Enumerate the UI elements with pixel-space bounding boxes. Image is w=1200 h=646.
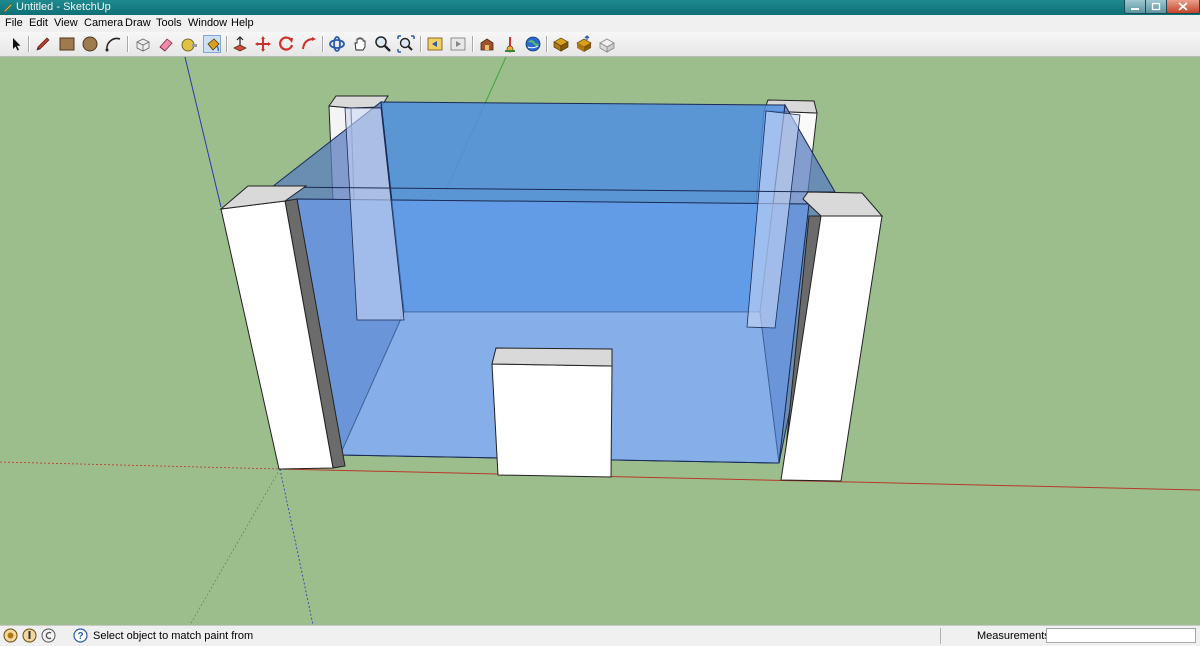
pan-tool[interactable] (351, 35, 369, 53)
rectangle-tool[interactable] (58, 35, 76, 53)
share-component-icon (576, 35, 592, 52)
close-icon (1178, 2, 1188, 11)
red-axis-negative (0, 461, 281, 470)
follow-me-icon (302, 37, 316, 50)
move-icon (255, 36, 271, 52)
pencil-tool[interactable] (34, 35, 52, 53)
sketchup-app-icon (3, 3, 13, 12)
warehouse-icon (599, 38, 615, 53)
arc-icon (105, 37, 121, 52)
get-models-tool[interactable] (478, 35, 496, 53)
menu-help[interactable]: Help (231, 17, 254, 30)
drawing-viewport[interactable] (0, 57, 1200, 625)
zoom-extents-icon (397, 35, 415, 53)
blue-axis-negative (279, 468, 314, 625)
circle-icon (82, 36, 98, 52)
model-scene (0, 57, 1200, 625)
menu-file[interactable]: File (5, 17, 23, 30)
zoom-icon (375, 36, 391, 52)
rectangle-icon (59, 37, 75, 51)
toolbar-separator (472, 36, 474, 52)
copyright-icon (41, 628, 56, 643)
close-button[interactable] (1166, 0, 1200, 14)
toolbar-separator (322, 36, 324, 52)
menu-draw[interactable]: Draw (125, 17, 151, 30)
get-components-tool[interactable] (552, 35, 570, 53)
zoom-tool[interactable] (374, 35, 392, 53)
blue-axis (184, 57, 222, 208)
previous-view-tool[interactable] (426, 35, 444, 53)
make-component-tool[interactable] (134, 35, 152, 53)
status-divider (940, 628, 941, 644)
rotate-tool[interactable] (277, 35, 295, 53)
menu-bar: File Edit View Camera Draw Tools Window … (0, 15, 1200, 32)
window-title: Untitled - SketchUp (16, 1, 111, 13)
svg-text:?: ? (77, 631, 83, 642)
status-message: Select object to match paint from (93, 630, 254, 642)
front-center-block-top (491, 347, 613, 367)
help-icon: ? (73, 628, 88, 643)
pencil-icon (36, 37, 50, 51)
pan-icon (354, 37, 366, 51)
paint-bucket-tool[interactable] (203, 35, 221, 53)
arc-tool[interactable] (104, 35, 122, 53)
front-center-block (491, 363, 613, 478)
add-location-icon (505, 37, 515, 53)
push-pull-tool[interactable] (231, 35, 249, 53)
model-info-status[interactable] (41, 628, 56, 643)
toolbar-separator (28, 36, 30, 52)
next-view-tool[interactable] (449, 35, 467, 53)
help-status[interactable]: ? (73, 628, 88, 643)
status-bar: ? Select object to match paint from Meas… (0, 625, 1200, 646)
follow-me-tool[interactable] (300, 35, 318, 53)
paint-bucket-icon (207, 38, 220, 52)
menu-tools[interactable]: Tools (156, 17, 182, 30)
orbit-icon (329, 36, 345, 52)
green-axis-negative (189, 468, 281, 625)
warehouse-tool[interactable] (598, 35, 616, 53)
credits-icon (22, 628, 37, 643)
select-tool[interactable] (7, 35, 25, 53)
tape-measure-icon (181, 38, 197, 52)
zoom-extents-tool[interactable] (397, 35, 415, 53)
google-earth-icon (525, 36, 541, 52)
rotate-icon (279, 36, 294, 51)
menu-view[interactable]: View (54, 17, 78, 30)
previous-view-icon (427, 37, 443, 51)
circle-tool[interactable] (81, 35, 99, 53)
title-bar: Untitled - SketchUp (0, 0, 1200, 15)
menu-camera[interactable]: Camera (84, 17, 123, 30)
maximize-button[interactable] (1145, 0, 1167, 14)
push-pull-icon (233, 36, 247, 52)
make-component-icon (136, 38, 150, 52)
eraser-tool[interactable] (157, 35, 175, 53)
get-components-icon (553, 37, 569, 52)
orbit-tool[interactable] (328, 35, 346, 53)
select-icon (13, 38, 21, 51)
measurements-label: Measurements (977, 630, 1050, 642)
move-tool[interactable] (254, 35, 272, 53)
toolbar (0, 32, 1200, 57)
toolbar-separator (420, 36, 422, 52)
next-view-icon (450, 37, 466, 51)
menu-window[interactable]: Window (188, 17, 227, 30)
red-axis (279, 468, 1200, 491)
toolbar-separator (127, 36, 129, 52)
menu-edit[interactable]: Edit (29, 17, 48, 30)
toolbar-separator (226, 36, 228, 52)
add-location-tool[interactable] (501, 35, 519, 53)
measurements-input[interactable] (1046, 628, 1196, 643)
geo-location-icon (3, 628, 18, 643)
geo-location-status[interactable] (3, 628, 18, 643)
tape-measure-tool[interactable] (180, 35, 198, 53)
minimize-icon (1131, 7, 1139, 10)
restore-icon (1151, 2, 1161, 11)
google-earth-tool[interactable] (524, 35, 542, 53)
get-models-icon (480, 38, 494, 51)
credits-status[interactable] (22, 628, 37, 643)
share-component-tool[interactable] (575, 35, 593, 53)
toolbar-separator (546, 36, 548, 52)
eraser-icon (159, 38, 173, 52)
minimize-button[interactable] (1124, 0, 1146, 14)
